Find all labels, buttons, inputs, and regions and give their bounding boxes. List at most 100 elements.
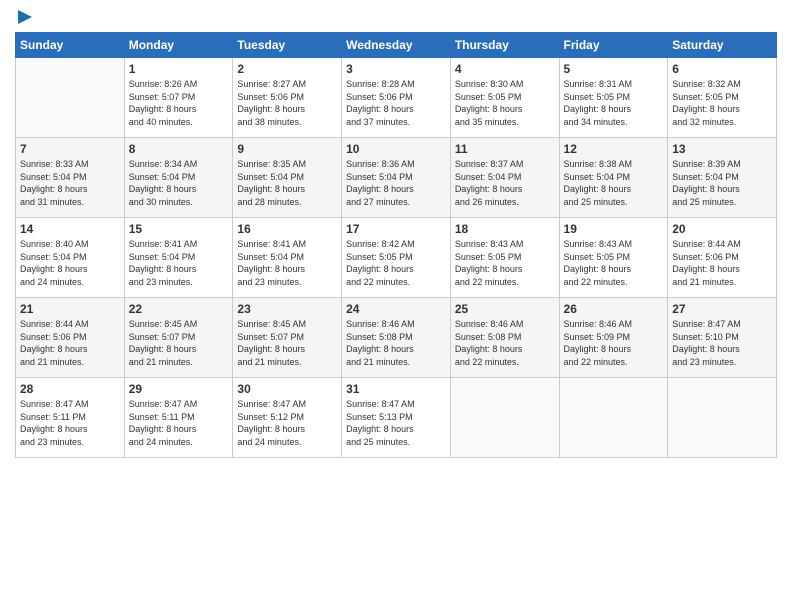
weekday-header-saturday: Saturday	[668, 33, 777, 58]
day-info: Sunrise: 8:28 AM Sunset: 5:06 PM Dayligh…	[346, 78, 446, 128]
day-number: 14	[20, 222, 120, 236]
day-number: 8	[129, 142, 229, 156]
day-number: 1	[129, 62, 229, 76]
calendar-cell: 12 Sunrise: 8:38 AM Sunset: 5:04 PM Dayli…	[559, 138, 668, 218]
logo-line2	[15, 10, 32, 24]
calendar-cell: 29 Sunrise: 8:47 AM Sunset: 5:11 PM Dayli…	[124, 378, 233, 458]
day-number: 15	[129, 222, 229, 236]
calendar-cell: 21 Sunrise: 8:44 AM Sunset: 5:06 PM Dayli…	[16, 298, 125, 378]
weekday-header-row: SundayMondayTuesdayWednesdayThursdayFrid…	[16, 33, 777, 58]
day-info: Sunrise: 8:44 AM Sunset: 5:06 PM Dayligh…	[20, 318, 120, 368]
calendar-week-5: 28 Sunrise: 8:47 AM Sunset: 5:11 PM Dayli…	[16, 378, 777, 458]
calendar-cell: 11Sunrise: 8:37 AM Sunset: 5:04 PM Dayli…	[450, 138, 559, 218]
day-info: Sunrise: 8:46 AM Sunset: 5:08 PM Dayligh…	[455, 318, 555, 368]
day-number: 17	[346, 222, 446, 236]
day-info: Sunrise: 8:31 AM Sunset: 5:05 PM Dayligh…	[564, 78, 664, 128]
calendar-cell	[450, 378, 559, 458]
day-info: Sunrise: 8:47 AM Sunset: 5:11 PM Dayligh…	[20, 398, 120, 448]
calendar-cell: 14 Sunrise: 8:40 AM Sunset: 5:04 PM Dayli…	[16, 218, 125, 298]
day-info: Sunrise: 8:33 AM Sunset: 5:04 PM Dayligh…	[20, 158, 120, 208]
weekday-header-tuesday: Tuesday	[233, 33, 342, 58]
calendar-cell: 16 Sunrise: 8:41 AM Sunset: 5:04 PM Dayli…	[233, 218, 342, 298]
day-info: Sunrise: 8:47 AM Sunset: 5:13 PM Dayligh…	[346, 398, 446, 448]
day-info: Sunrise: 8:27 AM Sunset: 5:06 PM Dayligh…	[237, 78, 337, 128]
day-info: Sunrise: 8:44 AM Sunset: 5:06 PM Dayligh…	[672, 238, 772, 288]
day-info: Sunrise: 8:47 AM Sunset: 5:11 PM Dayligh…	[129, 398, 229, 448]
day-number: 29	[129, 382, 229, 396]
calendar-cell: 10 Sunrise: 8:36 AM Sunset: 5:04 PM Dayli…	[342, 138, 451, 218]
day-info: Sunrise: 8:45 AM Sunset: 5:07 PM Dayligh…	[129, 318, 229, 368]
calendar-cell: 2 Sunrise: 8:27 AM Sunset: 5:06 PM Daylig…	[233, 58, 342, 138]
calendar-cell: 31Sunrise: 8:47 AM Sunset: 5:13 PM Dayli…	[342, 378, 451, 458]
day-number: 22	[129, 302, 229, 316]
day-number: 12	[564, 142, 664, 156]
calendar-cell: 23 Sunrise: 8:45 AM Sunset: 5:07 PM Dayli…	[233, 298, 342, 378]
day-number: 25	[455, 302, 555, 316]
calendar-cell: 3 Sunrise: 8:28 AM Sunset: 5:06 PM Daylig…	[342, 58, 451, 138]
day-info: Sunrise: 8:43 AM Sunset: 5:05 PM Dayligh…	[564, 238, 664, 288]
day-info: Sunrise: 8:41 AM Sunset: 5:04 PM Dayligh…	[237, 238, 337, 288]
calendar-cell: 13Sunrise: 8:39 AM Sunset: 5:04 PM Dayli…	[668, 138, 777, 218]
day-number: 19	[564, 222, 664, 236]
day-number: 5	[564, 62, 664, 76]
day-number: 16	[237, 222, 337, 236]
day-info: Sunrise: 8:38 AM Sunset: 5:04 PM Dayligh…	[564, 158, 664, 208]
calendar-cell: 24 Sunrise: 8:46 AM Sunset: 5:08 PM Dayli…	[342, 298, 451, 378]
logo-arrow-icon	[18, 10, 32, 24]
day-info: Sunrise: 8:40 AM Sunset: 5:04 PM Dayligh…	[20, 238, 120, 288]
calendar-cell: 30 Sunrise: 8:47 AM Sunset: 5:12 PM Dayli…	[233, 378, 342, 458]
day-info: Sunrise: 8:47 AM Sunset: 5:10 PM Dayligh…	[672, 318, 772, 368]
calendar-cell: 4 Sunrise: 8:30 AM Sunset: 5:05 PM Daylig…	[450, 58, 559, 138]
day-number: 7	[20, 142, 120, 156]
day-number: 26	[564, 302, 664, 316]
header	[15, 10, 777, 24]
day-number: 6	[672, 62, 772, 76]
calendar-cell: 26 Sunrise: 8:46 AM Sunset: 5:09 PM Dayli…	[559, 298, 668, 378]
day-info: Sunrise: 8:34 AM Sunset: 5:04 PM Dayligh…	[129, 158, 229, 208]
calendar-cell: 15 Sunrise: 8:41 AM Sunset: 5:04 PM Dayli…	[124, 218, 233, 298]
calendar-cell: 9 Sunrise: 8:35 AM Sunset: 5:04 PM Daylig…	[233, 138, 342, 218]
calendar-cell: 6 Sunrise: 8:32 AM Sunset: 5:05 PM Daylig…	[668, 58, 777, 138]
calendar-week-3: 14 Sunrise: 8:40 AM Sunset: 5:04 PM Dayli…	[16, 218, 777, 298]
calendar-cell: 1 Sunrise: 8:26 AM Sunset: 5:07 PM Daylig…	[124, 58, 233, 138]
calendar-cell	[559, 378, 668, 458]
day-info: Sunrise: 8:26 AM Sunset: 5:07 PM Dayligh…	[129, 78, 229, 128]
calendar-cell: 18 Sunrise: 8:43 AM Sunset: 5:05 PM Dayli…	[450, 218, 559, 298]
day-info: Sunrise: 8:41 AM Sunset: 5:04 PM Dayligh…	[129, 238, 229, 288]
day-info: Sunrise: 8:46 AM Sunset: 5:09 PM Dayligh…	[564, 318, 664, 368]
day-number: 23	[237, 302, 337, 316]
day-number: 24	[346, 302, 446, 316]
day-info: Sunrise: 8:35 AM Sunset: 5:04 PM Dayligh…	[237, 158, 337, 208]
calendar-cell: 7 Sunrise: 8:33 AM Sunset: 5:04 PM Daylig…	[16, 138, 125, 218]
weekday-header-friday: Friday	[559, 33, 668, 58]
calendar-cell: 20Sunrise: 8:44 AM Sunset: 5:06 PM Dayli…	[668, 218, 777, 298]
day-info: Sunrise: 8:46 AM Sunset: 5:08 PM Dayligh…	[346, 318, 446, 368]
calendar-table: SundayMondayTuesdayWednesdayThursdayFrid…	[15, 32, 777, 458]
day-info: Sunrise: 8:36 AM Sunset: 5:04 PM Dayligh…	[346, 158, 446, 208]
day-info: Sunrise: 8:32 AM Sunset: 5:05 PM Dayligh…	[672, 78, 772, 128]
calendar-week-1: 1 Sunrise: 8:26 AM Sunset: 5:07 PM Daylig…	[16, 58, 777, 138]
calendar-week-2: 7 Sunrise: 8:33 AM Sunset: 5:04 PM Daylig…	[16, 138, 777, 218]
day-number: 3	[346, 62, 446, 76]
day-number: 18	[455, 222, 555, 236]
day-number: 27	[672, 302, 772, 316]
day-info: Sunrise: 8:47 AM Sunset: 5:12 PM Dayligh…	[237, 398, 337, 448]
day-info: Sunrise: 8:30 AM Sunset: 5:05 PM Dayligh…	[455, 78, 555, 128]
calendar-cell: 27 Sunrise: 8:47 AM Sunset: 5:10 PM Dayli…	[668, 298, 777, 378]
day-info: Sunrise: 8:39 AM Sunset: 5:04 PM Dayligh…	[672, 158, 772, 208]
calendar-cell	[668, 378, 777, 458]
day-number: 10	[346, 142, 446, 156]
calendar-cell: 8 Sunrise: 8:34 AM Sunset: 5:04 PM Daylig…	[124, 138, 233, 218]
day-info: Sunrise: 8:37 AM Sunset: 5:04 PM Dayligh…	[455, 158, 555, 208]
calendar-cell: 19 Sunrise: 8:43 AM Sunset: 5:05 PM Dayli…	[559, 218, 668, 298]
day-number: 2	[237, 62, 337, 76]
day-info: Sunrise: 8:43 AM Sunset: 5:05 PM Dayligh…	[455, 238, 555, 288]
calendar-week-4: 21 Sunrise: 8:44 AM Sunset: 5:06 PM Dayli…	[16, 298, 777, 378]
day-number: 9	[237, 142, 337, 156]
day-number: 30	[237, 382, 337, 396]
day-number: 21	[20, 302, 120, 316]
calendar-cell: 22 Sunrise: 8:45 AM Sunset: 5:07 PM Dayli…	[124, 298, 233, 378]
day-info: Sunrise: 8:45 AM Sunset: 5:07 PM Dayligh…	[237, 318, 337, 368]
day-number: 4	[455, 62, 555, 76]
day-number: 28	[20, 382, 120, 396]
